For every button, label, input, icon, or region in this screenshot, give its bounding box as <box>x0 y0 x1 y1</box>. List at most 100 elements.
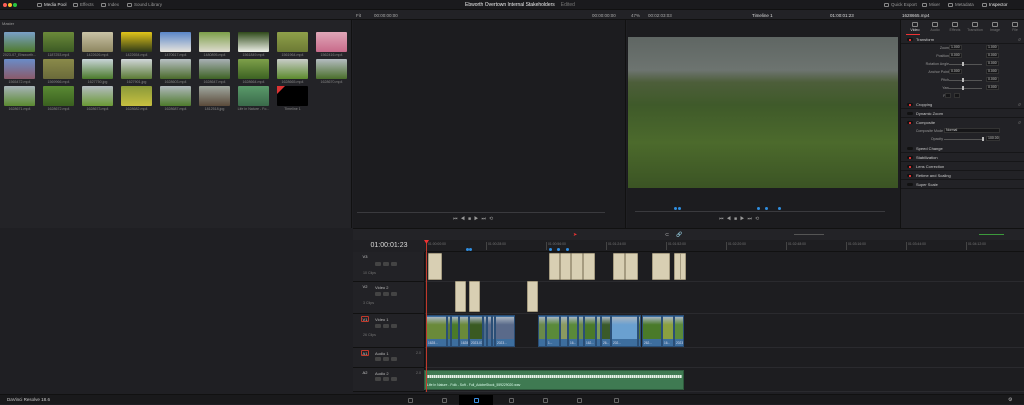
slider-knob[interactable] <box>962 86 964 90</box>
video-clip[interactable] <box>583 253 595 280</box>
tab-sound-library[interactable]: Sound Library <box>127 2 162 7</box>
timeline-zoom-slider[interactable] <box>794 234 824 235</box>
video-clip[interactable]: 162... <box>584 315 596 347</box>
anchor-x-field[interactable]: 0.000 <box>949 69 962 74</box>
video-clip[interactable] <box>613 253 625 280</box>
video-clip[interactable] <box>549 253 560 280</box>
video-clip[interactable]: 1... <box>546 315 560 347</box>
track-lane[interactable] <box>425 282 1024 314</box>
auto-select-button[interactable] <box>383 324 389 328</box>
section-stabilization[interactable]: Stabilization <box>901 153 1024 162</box>
position-x-field[interactable]: 0.000 <box>949 53 962 58</box>
video-clip[interactable] <box>680 253 686 280</box>
track-id[interactable]: V2 <box>361 284 369 290</box>
zoom-y-field[interactable]: 1.000 <box>986 45 999 50</box>
retime-toggle[interactable] <box>907 174 913 177</box>
track-lane[interactable] <box>425 252 1024 282</box>
maximize-window-button[interactable] <box>13 3 17 7</box>
audio-clip[interactable]: Life In Nature - Folk - Soft - Full_Adob… <box>424 370 684 390</box>
tab-index[interactable]: Index <box>101 2 119 7</box>
reset-icon[interactable]: ↺ <box>1018 37 1021 42</box>
lock-button[interactable] <box>375 357 381 361</box>
video-clip[interactable] <box>527 281 538 312</box>
slider-knob[interactable] <box>962 78 964 82</box>
media-thumbnail[interactable] <box>160 86 191 106</box>
track-name[interactable]: Audio 1 <box>375 351 389 356</box>
media-thumbnail[interactable] <box>121 59 152 79</box>
lens-toggle[interactable] <box>907 165 913 168</box>
media-thumbnail[interactable] <box>238 32 269 52</box>
slider-knob[interactable] <box>982 137 984 141</box>
marker[interactable] <box>757 207 760 210</box>
lock-button[interactable] <box>375 377 381 381</box>
mute-button[interactable] <box>391 262 397 266</box>
track-id[interactable]: V1 <box>361 316 369 322</box>
lock-button[interactable] <box>375 262 381 266</box>
media-thumbnail[interactable] <box>43 32 74 52</box>
media-thumbnail[interactable] <box>43 86 74 106</box>
section-composite[interactable]: Composite ↺ <box>901 118 1024 127</box>
composite-mode-select[interactable]: Normal <box>944 128 1000 133</box>
video-clip[interactable]: 2023... <box>674 315 684 347</box>
marker[interactable] <box>674 207 677 210</box>
video-clip[interactable] <box>428 253 442 280</box>
timeline-marker[interactable] <box>566 248 569 251</box>
video-clip[interactable] <box>560 315 568 347</box>
media-thumbnail[interactable] <box>277 86 308 106</box>
lock-button[interactable] <box>375 292 381 296</box>
minimize-window-button[interactable] <box>8 3 12 7</box>
inspector-tab-transition[interactable]: Transition <box>965 22 985 32</box>
slider-knob[interactable] <box>962 62 964 66</box>
media-thumbnail[interactable] <box>82 86 113 106</box>
inspector-tab-effects[interactable]: Effects <box>945 22 965 32</box>
track-id[interactable]: V3 <box>361 254 369 260</box>
section-lens-correction[interactable]: Lens Correction <box>901 162 1024 171</box>
mixer-button[interactable]: Mixer <box>922 2 940 7</box>
media-thumbnail[interactable] <box>277 59 308 79</box>
video-clip[interactable] <box>652 253 670 280</box>
media-thumbnail[interactable] <box>121 32 152 52</box>
video-clip[interactable]: 26... <box>601 315 611 347</box>
pitch-slider[interactable] <box>949 79 982 81</box>
superscale-toggle[interactable] <box>907 183 913 186</box>
settings-icon[interactable]: ⚙ <box>1008 397 1012 403</box>
timeline-marker[interactable] <box>469 248 472 251</box>
zoom-select[interactable]: 47% <box>631 13 640 18</box>
video-clip[interactable] <box>571 253 583 280</box>
stabilization-toggle[interactable] <box>907 156 913 159</box>
media-thumbnail[interactable] <box>4 86 35 106</box>
media-thumbnail[interactable] <box>316 59 347 79</box>
inspector-tab-video[interactable]: Video <box>905 22 925 32</box>
section-transform[interactable]: Transform ↺ <box>901 35 1024 44</box>
bin-name[interactable]: Master <box>2 21 14 26</box>
auto-select-button[interactable] <box>383 262 389 266</box>
video-clip[interactable]: 16... <box>662 315 674 347</box>
inspector-tab-image[interactable]: Image <box>985 22 1005 32</box>
dynamic-zoom-toggle[interactable] <box>907 112 913 115</box>
snapping-icon[interactable]: ⊂ <box>665 232 669 238</box>
source-fit-select[interactable]: Fit <box>356 13 361 18</box>
flip-horizontal-button[interactable] <box>945 93 951 98</box>
yaw-field[interactable]: 0.000 <box>986 85 999 90</box>
metadata-button[interactable]: Metadata <box>948 2 974 7</box>
inspector-button[interactable]: Inspector <box>982 2 1008 7</box>
media-thumbnail[interactable] <box>199 59 230 79</box>
speed-toggle[interactable] <box>907 147 913 150</box>
section-dynamic-zoom[interactable]: Dynamic Zoom <box>901 109 1024 118</box>
media-thumbnail[interactable] <box>121 86 152 106</box>
flip-vertical-button[interactable] <box>954 93 960 98</box>
opacity-field[interactable]: 100.00 <box>986 136 1000 141</box>
rotation-slider[interactable] <box>949 63 982 65</box>
lock-button[interactable] <box>375 324 381 328</box>
opacity-slider[interactable] <box>944 138 984 140</box>
track-id[interactable]: A2 <box>361 370 369 376</box>
media-thumbnail[interactable] <box>277 32 308 52</box>
media-thumbnail[interactable] <box>4 59 35 79</box>
auto-select-button[interactable] <box>383 357 389 361</box>
yaw-slider[interactable] <box>949 87 982 89</box>
tab-effects[interactable]: Effects <box>73 2 94 7</box>
track-id[interactable]: A1 <box>361 350 369 356</box>
position-y-field[interactable]: 0.000 <box>986 53 999 58</box>
media-thumbnail[interactable] <box>82 32 113 52</box>
timeline-transport-controls[interactable]: ⏮◀■▶⏭⟲ <box>719 216 762 222</box>
